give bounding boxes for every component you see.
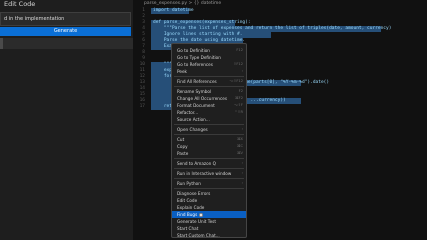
menu-separator bbox=[174, 168, 244, 169]
menu-item-refactor[interactable]: Refactor... ^⇧R bbox=[172, 109, 246, 116]
menu-item-shortcut: F2 bbox=[238, 89, 243, 93]
menu-separator bbox=[174, 178, 244, 179]
menu-item-find-all-references[interactable]: Find All References ⌥⇧F12 bbox=[172, 78, 246, 85]
menu-item-label: Open Changes bbox=[177, 127, 208, 132]
menu-item-shortcut: › bbox=[241, 161, 243, 165]
menu-item-open-changes[interactable]: Open Changes › bbox=[172, 126, 246, 133]
menu-item-go-to-definition[interactable]: Go to Definition F12 bbox=[172, 47, 246, 54]
menu-separator bbox=[174, 124, 244, 125]
menu-item-shortcut: ⇧F12 bbox=[233, 62, 243, 66]
menu-item-format-document[interactable]: Format Document ⌥⇧F bbox=[172, 102, 246, 109]
mouse-cursor-icon bbox=[199, 212, 203, 217]
menu-item-label: Rename Symbol bbox=[177, 89, 212, 94]
menu-item-label: Source Action... bbox=[177, 117, 210, 122]
menu-item-label: Generate Unit Test bbox=[177, 219, 216, 224]
menu-item-shortcut: ⌘X bbox=[236, 137, 243, 141]
menu-item-shortcut: › bbox=[241, 181, 243, 185]
line-number: 17 bbox=[139, 104, 145, 109]
menu-item-label: Run Python bbox=[177, 181, 201, 186]
panel-bar-edge bbox=[0, 38, 3, 49]
menu-item-diagnose-errors[interactable]: Diagnose Errors bbox=[172, 190, 246, 197]
menu-item-label: Paste bbox=[177, 151, 189, 156]
edit-code-panel: Edit Code d in the implementation Genera… bbox=[0, 0, 133, 240]
menu-separator bbox=[174, 158, 244, 159]
menu-item-label: Find All References bbox=[177, 79, 217, 84]
menu-separator bbox=[174, 134, 244, 135]
generate-button[interactable]: Generate bbox=[0, 27, 131, 36]
instruction-input[interactable]: d in the implementation bbox=[0, 12, 131, 26]
menu-item-shortcut: › bbox=[241, 127, 243, 131]
menu-item-shortcut: F12 bbox=[236, 48, 243, 52]
menu-item-send-to-amazon-q[interactable]: Send to Amazon Q › bbox=[172, 160, 246, 167]
panel-title: Edit Code bbox=[4, 0, 36, 8]
menu-item-shortcut: ⌥⇧F bbox=[233, 103, 243, 107]
menu-item-shortcut: › bbox=[241, 171, 243, 175]
menu-item-go-to-references[interactable]: Go to References ⇧F12 bbox=[172, 61, 246, 68]
menu-item-label: Diagnose Errors bbox=[177, 191, 211, 196]
instruction-input-value: d in the implementation bbox=[4, 16, 65, 22]
menu-item-rename-symbol[interactable]: Rename Symbol F2 bbox=[172, 88, 246, 95]
menu-item-find-bugs[interactable]: Find Bugs bbox=[172, 211, 246, 218]
menu-item-label: Explain Code bbox=[177, 205, 205, 210]
menu-item-label: Go to Type Definition bbox=[177, 55, 221, 60]
menu-item-label: Format Document bbox=[177, 103, 215, 108]
breadcrumb[interactable]: parse_expenses.py > {} datetime bbox=[144, 1, 221, 6]
menu-item-go-to-type-definition[interactable]: Go to Type Definition bbox=[172, 54, 246, 61]
menu-item-run-in-interactive-window[interactable]: Run in Interactive window › bbox=[172, 170, 246, 177]
context-menu: Go to Definition F12 Go to Type Definition… bbox=[171, 43, 247, 238]
menu-item-source-action[interactable]: Source Action... bbox=[172, 116, 246, 123]
menu-separator bbox=[174, 86, 244, 87]
menu-item-peek[interactable]: Peek › bbox=[172, 68, 246, 75]
menu-item-label: Peek bbox=[177, 69, 187, 74]
panel-bar bbox=[0, 38, 133, 49]
menu-item-label: Find Bugs bbox=[177, 212, 198, 217]
menu-item-start-chat[interactable]: Start Chat bbox=[172, 225, 246, 232]
menu-item-label: Change All Occurrences bbox=[177, 96, 228, 101]
menu-item-start-custom-chat[interactable]: Start Custom Chat... bbox=[172, 232, 246, 239]
menu-item-shortcut: › bbox=[241, 69, 243, 73]
menu-item-copy[interactable]: Copy ⌘C bbox=[172, 143, 246, 150]
menu-item-label: Refactor... bbox=[177, 110, 199, 115]
menu-item-run-python[interactable]: Run Python › bbox=[172, 180, 246, 187]
menu-item-shortcut: ⌥⇧F12 bbox=[229, 79, 243, 83]
menu-separator bbox=[174, 76, 244, 77]
menu-item-shortcut: ⌘C bbox=[236, 144, 243, 148]
menu-item-label: Edit Code bbox=[177, 198, 198, 203]
menu-separator bbox=[174, 188, 244, 189]
menu-item-shortcut: ⌘F2 bbox=[235, 96, 243, 100]
menu-item-label: Start Chat bbox=[177, 226, 199, 231]
menu-item-label: Cut bbox=[177, 137, 185, 142]
menu-item-shortcut: ^⇧R bbox=[234, 110, 243, 114]
menu-item-label: Copy bbox=[177, 144, 188, 149]
menu-item-label: Go to References bbox=[177, 62, 213, 67]
menu-item-change-all-occurrences[interactable]: Change All Occurrences ⌘F2 bbox=[172, 95, 246, 102]
menu-item-explain-code[interactable]: Explain Code bbox=[172, 204, 246, 211]
menu-item-label: Run in Interactive window bbox=[177, 171, 232, 176]
menu-item-cut[interactable]: Cut ⌘X bbox=[172, 136, 246, 143]
menu-item-label: Send to Amazon Q bbox=[177, 161, 216, 166]
menu-item-label: Go to Definition bbox=[177, 48, 210, 53]
menu-item-generate-unit-test[interactable]: Generate Unit Test bbox=[172, 218, 246, 225]
menu-item-label: Start Custom Chat... bbox=[177, 233, 220, 238]
code-text: ret bbox=[153, 104, 172, 109]
menu-item-paste[interactable]: Paste ⌘V bbox=[172, 150, 246, 157]
menu-item-edit-code[interactable]: Edit Code bbox=[172, 197, 246, 204]
menu-item-shortcut: ⌘V bbox=[236, 151, 243, 155]
